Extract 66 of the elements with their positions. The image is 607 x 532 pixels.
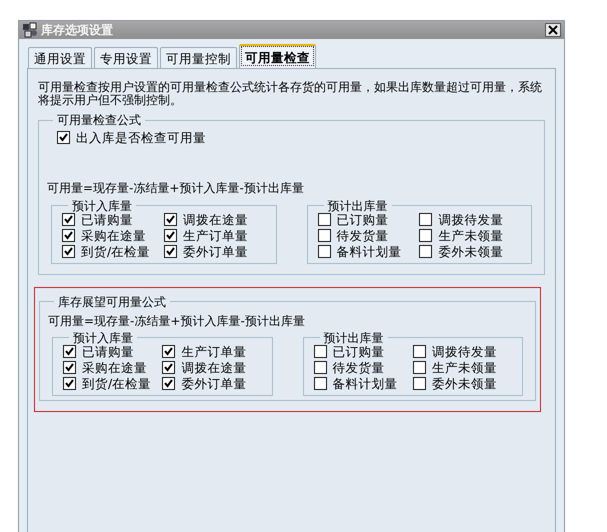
checkbox[interactable] [162,376,176,390]
checkbox-label: 出入库是否检查可用量 [76,130,206,146]
checkbox-label: 调拨待发量 [432,344,497,359]
checkbox[interactable] [63,344,76,358]
checkbox[interactable] [412,360,426,374]
group-title: 库存展望可用量公式 [57,296,167,308]
checkbox[interactable] [62,212,75,226]
checkbox-label: 已请购量 [81,212,133,227]
checkbox[interactable] [419,244,432,258]
checkbox-label: 到货/在检量 [82,376,152,391]
checkbox-label: 已请购量 [82,344,134,359]
formula-text: 可用量=现存量-冻结量+预计入库量-预计出库量 [47,181,305,196]
close-icon [548,25,558,35]
checkbox-label: 待发货量 [332,360,384,375]
checkbox-label: 采购在途量 [82,360,147,375]
checkbox[interactable] [63,376,76,390]
checkbox[interactable] [412,344,426,358]
checkbox[interactable] [314,360,326,374]
window-title: 库存选项设置 [41,22,113,38]
checkbox[interactable] [314,376,326,390]
group-title: 预计出库量 [326,200,388,212]
checkbox[interactable] [318,244,330,258]
checkbox-label: 生产未领量 [438,228,504,243]
checkbox-label: 采购在途量 [81,228,146,243]
checkbox-label: 调拨在途量 [181,360,246,375]
checkbox-label: 调拨在途量 [182,212,248,227]
close-button[interactable] [545,23,561,37]
checkbox-label: 备料计划量 [336,244,402,259]
checkbox[interactable] [164,228,177,242]
group-title: 可用量检查公式 [56,114,142,126]
tab[interactable]: 通用设置 [28,47,92,68]
checkbox-label: 到货/在检量 [81,244,150,259]
checkbox[interactable] [162,360,176,374]
checkbox[interactable] [164,212,177,226]
tab[interactable]: 可用量检查 [239,44,316,68]
checkbox[interactable] [162,344,176,358]
checkbox-label: 委外订单量 [182,244,248,259]
checkbox-label: 已订购量 [336,212,388,227]
checkbox[interactable] [314,344,326,358]
formula-text: 可用量=现存量-冻结量+预计入库量-预计出库量 [48,314,306,328]
checkbox-label: 备料计划量 [332,376,398,391]
checkbox[interactable] [318,212,330,226]
checkbox[interactable] [164,244,177,258]
tab[interactable]: 专用设置 [94,47,158,68]
checkbox[interactable] [412,376,426,390]
checkbox[interactable] [62,228,75,242]
checkbox-label: 委外订单量 [181,376,246,391]
group-title: 预计入库量 [72,332,134,344]
checkbox-label: 生产未领量 [432,360,497,375]
checkbox-label: 调拨待发量 [438,212,504,227]
checkbox[interactable] [63,360,76,374]
tab[interactable]: 可用量控制 [160,47,237,68]
checkbox-label: 生产订单量 [182,228,248,243]
checkbox-label: 待发货量 [336,228,388,243]
checkbox[interactable] [419,212,432,226]
description-text: 可用量检查按用户设置的可用量检查公式统计各存货的可用量，如果出库数量超过可用量，系统将提示用户但不强制控制。 [38,81,543,106]
checkbox-label: 委外未领量 [432,376,497,391]
checkbox-label: 委外未领量 [438,244,504,259]
checkbox-label: 已订购量 [332,344,384,359]
group-title: 预计出库量 [322,332,384,344]
checkbox-label: 生产订单量 [181,344,246,359]
checkbox[interactable] [57,131,70,144]
checkbox[interactable] [62,244,75,258]
checkbox[interactable] [318,228,330,242]
group-title: 预计入库量 [71,200,133,212]
checkbox[interactable] [419,228,432,242]
